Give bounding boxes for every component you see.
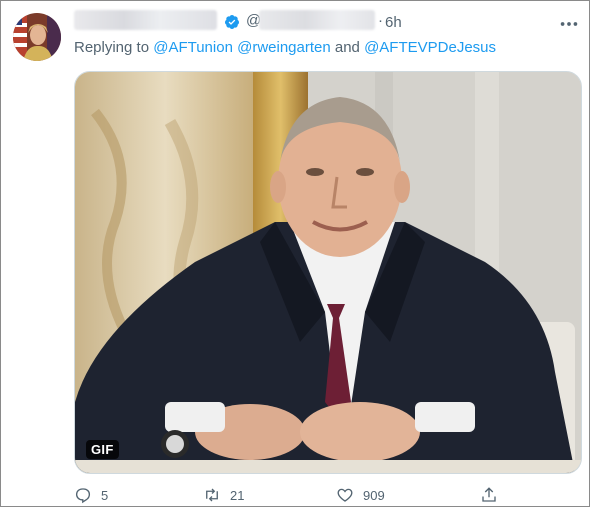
mention-aftevpdejesus[interactable]: @AFTEVPDeJesus (364, 39, 496, 56)
reply-conjunction: and (334, 39, 360, 56)
like-icon (337, 488, 353, 502)
reply-icon (75, 488, 91, 504)
separator-dot: · (378, 12, 383, 29)
mention-aftunion[interactable]: @AFTunion (153, 39, 233, 56)
timestamp[interactable]: 6h (385, 14, 402, 31)
avatar[interactable] (13, 13, 61, 61)
display-name-redacted[interactable] (74, 10, 217, 30)
gif-image (75, 72, 581, 473)
share-icon (482, 487, 496, 502)
like-count: 909 (363, 487, 385, 503)
more-icon[interactable] (558, 13, 580, 35)
handle-redacted (259, 10, 375, 30)
reply-button[interactable]: 5 (74, 485, 108, 505)
reply-count: 5 (101, 487, 109, 503)
like-button[interactable]: 909 (336, 485, 385, 505)
replying-to-line: Replying to @AFTunion @rweingarten and @… (74, 39, 496, 56)
retweet-count: 21 (230, 487, 245, 503)
retweet-button[interactable]: 21 (203, 485, 244, 505)
tweet-card: @ · 6h Replying to @AFTunion @rweingarte… (0, 0, 590, 507)
mention-rweingarten[interactable]: @rweingarten (237, 39, 331, 56)
gif-media[interactable] (74, 71, 582, 474)
verified-badge-icon (224, 15, 239, 29)
retweet-icon (206, 488, 218, 502)
reply-prefix: Replying to (74, 39, 150, 56)
gif-badge: GIF (86, 440, 119, 459)
share-button[interactable] (480, 485, 498, 505)
